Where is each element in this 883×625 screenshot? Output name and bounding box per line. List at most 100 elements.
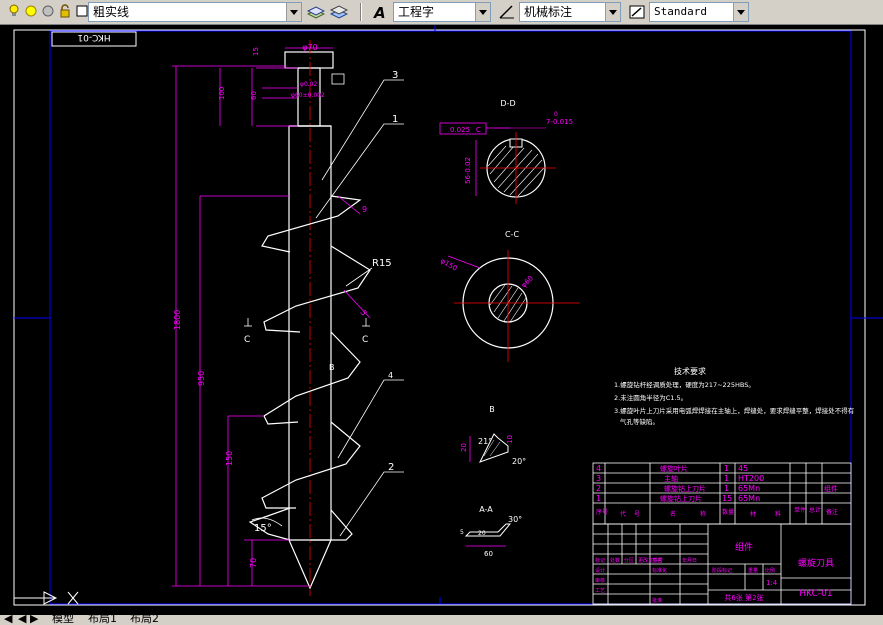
table-style-combo[interactable]: Standard (649, 2, 749, 22)
dd-title: D-D (500, 99, 515, 108)
tech-req-line-2: 2.未注圆角半径为C1.5。 (614, 393, 687, 402)
svg-text:单件: 单件 (794, 506, 806, 514)
aa-dim20: 20 (478, 530, 486, 537)
svg-text:重量: 重量 (748, 567, 758, 574)
layer-combo[interactable]: 粗实线 (88, 2, 302, 22)
dd-dia: 56-0.02 (464, 157, 472, 184)
lock-icon[interactable] (58, 4, 72, 18)
svg-text:名: 名 (670, 510, 676, 518)
bom-no-4: 1 (596, 494, 601, 503)
section-markers-cc (244, 318, 370, 327)
bom-mat-4: 65Mn (738, 494, 760, 503)
dim-950: 950 (197, 371, 206, 386)
aa-title: A-A (479, 505, 493, 514)
chevron-down-icon[interactable] (286, 3, 301, 21)
chevron-down-icon[interactable] (475, 3, 490, 21)
cc-inner: φ60 (520, 274, 535, 289)
ucs-icon (14, 591, 79, 605)
part-label-4: 4 (388, 371, 393, 380)
table-style-icon[interactable] (628, 4, 646, 20)
outer-frame (13, 29, 866, 606)
bom-name-2: 主轴 (664, 474, 678, 483)
tb-scale: 1:4 (766, 579, 778, 587)
color-swatch-icon[interactable] (75, 4, 89, 18)
drawing-canvas[interactable]: HKC-01 φ70 15 100 60 φ0.02 φ60±0.002 180… (0, 25, 883, 615)
table-style-value: Standard (654, 5, 707, 18)
dim-style-icon[interactable] (498, 4, 516, 20)
section-mark-c-right: C (362, 335, 368, 345)
bom-note-3: 组件 (824, 484, 838, 493)
layer-toolbar: 粗实线 A 工程字 机械标注 Standard (0, 0, 883, 25)
tab-nav-next-icon[interactable]: ▶ (30, 615, 38, 624)
part-label-3: 3 (392, 70, 398, 81)
bom-no-1: 4 (596, 464, 601, 473)
tb-drawing-name: 螺旋刀具 (798, 557, 834, 569)
bom-name-4: 螺旋钻上刀片 (660, 494, 702, 503)
layer-previous-icon[interactable] (330, 4, 348, 20)
dim-style-value: 机械标注 (524, 5, 573, 19)
chevron-down-icon[interactable] (605, 3, 620, 21)
dd-tol: 0.025 (450, 126, 470, 134)
svg-text:料: 料 (775, 510, 781, 518)
dim-style-combo[interactable]: 机械标注 (519, 2, 621, 22)
svg-text:标记: 标记 (595, 557, 605, 564)
drawing-svg: HKC-01 φ70 15 100 60 φ0.02 φ60±0.002 180… (13, 25, 883, 606)
dim-angle-15: 15° (254, 523, 272, 534)
tab-nav-first-icon[interactable]: ◀ (4, 615, 12, 624)
layout-tabs: ◀ ◀ ▶ 模型 布局1 布局2 (0, 615, 883, 625)
bom-qty-3: 1 (724, 484, 729, 493)
svg-text:标准化: 标准化 (652, 567, 667, 574)
tech-req-line-3: 3.螺旋叶片上刀片采用电弧焊焊接在主轴上，焊缝处，要求焊缝平整，焊接处不得有 (614, 406, 855, 415)
dim-tol-center: φ60±0.002 (291, 92, 325, 99)
chevron-down-icon[interactable] (733, 3, 748, 21)
dim-d100: 100 (218, 87, 226, 100)
aa-dim5: 5 (460, 529, 464, 536)
bom-name-1: 螺旋叶片 (660, 464, 688, 473)
svg-text:批准: 批准 (652, 597, 662, 604)
aa-angle: 30° (508, 515, 522, 524)
tech-req-line-1: 1.螺旋钻杆经调质处理，硬度为217~225HBS。 (614, 380, 755, 389)
tech-req-title: 技术要求 (674, 366, 706, 376)
dim-150: 150 (225, 451, 234, 466)
tab-layout2[interactable]: 布局2 (130, 615, 159, 624)
part-label-1: 1 (392, 114, 398, 125)
svg-text:审核: 审核 (595, 577, 605, 584)
freeze-icon[interactable] (41, 4, 55, 18)
svg-text:数量: 数量 (722, 508, 734, 516)
tab-layout1[interactable]: 布局1 (88, 615, 117, 624)
svg-text:材: 材 (750, 510, 756, 518)
dim-radius: R15 (372, 258, 392, 269)
dd-keyway-dim: 7-0.015 (546, 118, 573, 126)
tb-assembly: 组件 (735, 541, 753, 553)
tab-model[interactable]: 模型 (52, 615, 74, 624)
b-angle1: 21° (478, 437, 492, 446)
layer-manager-icon[interactable] (307, 4, 325, 20)
aa-profile (464, 523, 512, 537)
layer-name: 粗实线 (93, 5, 130, 19)
tab-nav-prev-icon[interactable]: ◀ (18, 615, 26, 624)
bom-mat-3: 65Mn (738, 484, 760, 493)
svg-text:设计: 设计 (595, 567, 605, 574)
bom-qty-1: 1 (724, 464, 729, 473)
sun-icon[interactable] (24, 4, 38, 18)
tb-code: HKC-01 (799, 589, 832, 599)
text-style-combo[interactable]: 工程字 (393, 2, 491, 22)
tb-sheet: 共6张 第2张 (724, 593, 763, 602)
radius-leader (345, 267, 373, 287)
dim-d60: 60 (250, 91, 258, 100)
dim-tol-flat: φ0.02 (300, 81, 318, 88)
toolbar-separator (360, 3, 362, 21)
text-style-icon[interactable]: A (372, 4, 390, 20)
aa-dim60: 60 (484, 550, 493, 558)
part-label-2: 2 (388, 462, 394, 473)
svg-text:签名: 签名 (652, 557, 662, 564)
cc-title: C-C (505, 230, 519, 239)
bom-name-3: 螺旋钻上刀片 (664, 484, 706, 493)
dim-d70: φ70 (302, 43, 317, 52)
bom-header: 序号 代 号 名 称 数量 材 料 单件 总计 备注 (596, 506, 838, 518)
bom-qty-2: 1 (724, 474, 729, 483)
dim-d15: 15 (252, 47, 260, 56)
lightbulb-icon[interactable] (7, 4, 21, 18)
svg-text:年月日: 年月日 (682, 557, 697, 564)
bom-qty-4: 15 (722, 494, 732, 503)
